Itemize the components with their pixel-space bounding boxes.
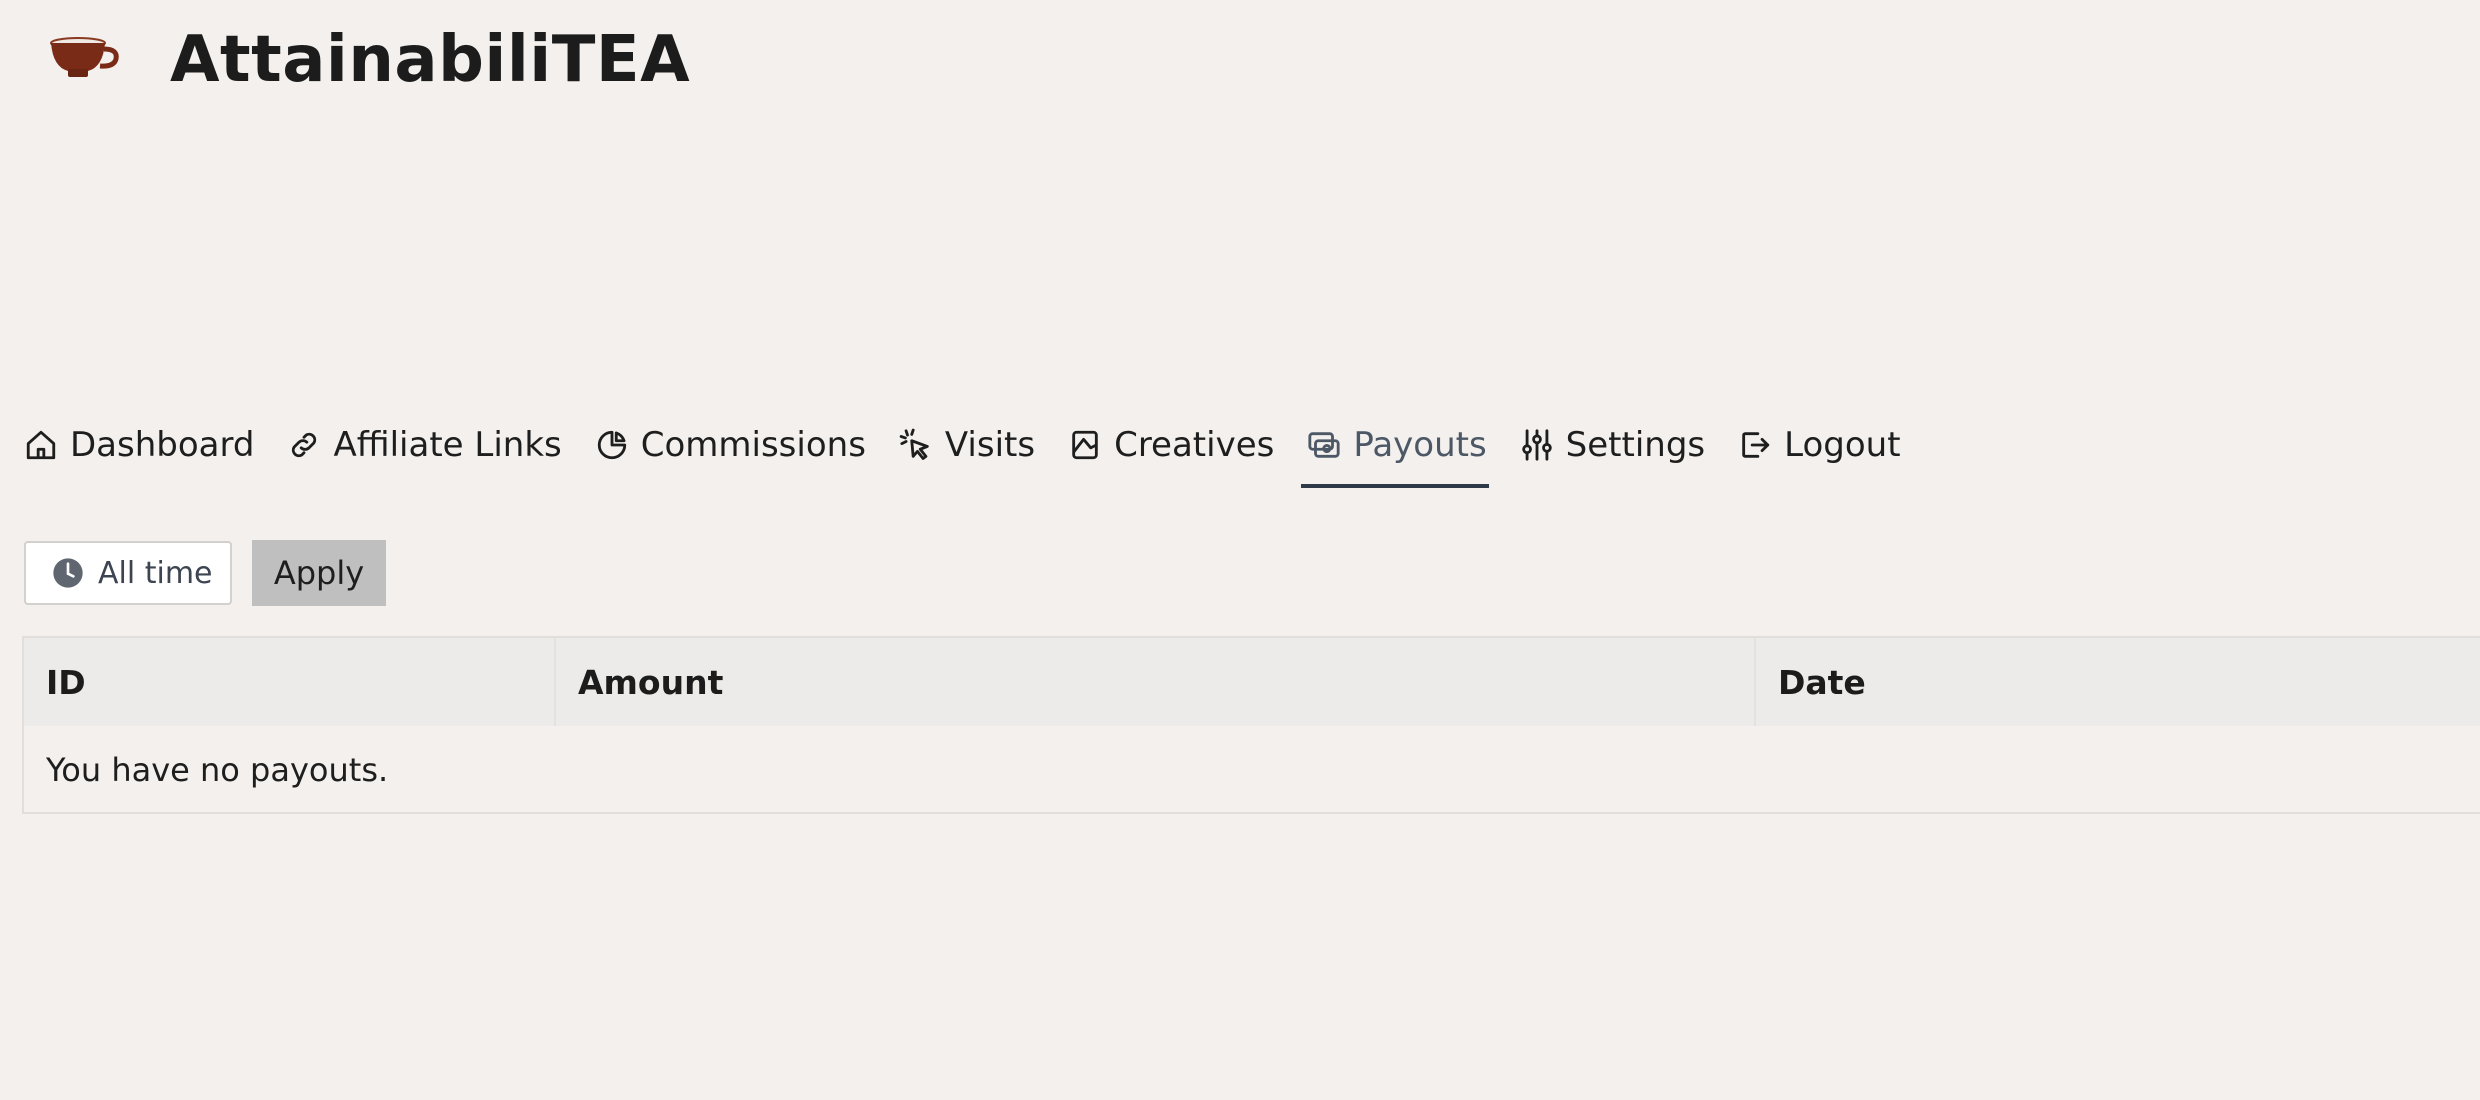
- empty-state-message: You have no payouts.: [24, 726, 2480, 812]
- cursor-click-icon: [899, 428, 929, 460]
- nav-item-label: Visits: [944, 425, 1036, 465]
- nav-item-label: Affiliate Links: [333, 425, 562, 465]
- nav-item-label: Payouts: [1353, 425, 1487, 465]
- cash-icon: [1308, 432, 1340, 458]
- date-range-selector[interactable]: All time: [24, 541, 232, 605]
- nav-item-label: Logout: [1784, 425, 1901, 465]
- nav-item-label: Dashboard: [70, 425, 255, 465]
- column-header-date[interactable]: Date: [1754, 638, 2480, 726]
- nav-item-dashboard[interactable]: Dashboard: [24, 418, 254, 472]
- nav-item-settings[interactable]: Settings: [1520, 418, 1705, 472]
- creatives-icon: [1072, 430, 1098, 460]
- column-header-id[interactable]: ID: [24, 638, 554, 726]
- payout-filter-bar: All time Apply: [24, 540, 386, 606]
- nav-item-creatives[interactable]: Creatives: [1068, 418, 1274, 472]
- site-title: AttainabiliTEA: [170, 23, 691, 97]
- teacup-icon: [50, 37, 119, 77]
- column-header-amount[interactable]: Amount: [554, 638, 1754, 726]
- affiliate-nav: Dashboard Affiliate Links Commissions Vi…: [24, 418, 1934, 490]
- clock-icon: [53, 558, 83, 588]
- link-icon: [292, 432, 317, 458]
- payouts-table: ID Amount Date You have no payouts.: [22, 636, 2480, 814]
- nav-item-label: Commissions: [640, 425, 866, 465]
- date-range-label: All time: [98, 555, 213, 591]
- nav-item-logout[interactable]: Logout: [1738, 418, 1901, 472]
- nav-item-affiliate-links[interactable]: Affiliate Links: [287, 418, 562, 472]
- pie-chart-icon: [597, 430, 626, 460]
- home-icon: [26, 430, 56, 460]
- nav-item-payouts[interactable]: Payouts: [1301, 418, 1490, 488]
- logout-icon: [1742, 432, 1770, 458]
- nav-item-commissions[interactable]: Commissions: [595, 418, 866, 472]
- table-header-row: ID Amount Date: [24, 638, 2480, 726]
- nav-item-label: Settings: [1565, 425, 1706, 465]
- site-header: AttainabiliTEA: [48, 18, 690, 102]
- nav-item-visits[interactable]: Visits: [899, 418, 1035, 472]
- apply-button[interactable]: Apply: [252, 540, 386, 606]
- sliders-icon: [1521, 429, 1552, 461]
- nav-item-label: Creatives: [1114, 425, 1275, 465]
